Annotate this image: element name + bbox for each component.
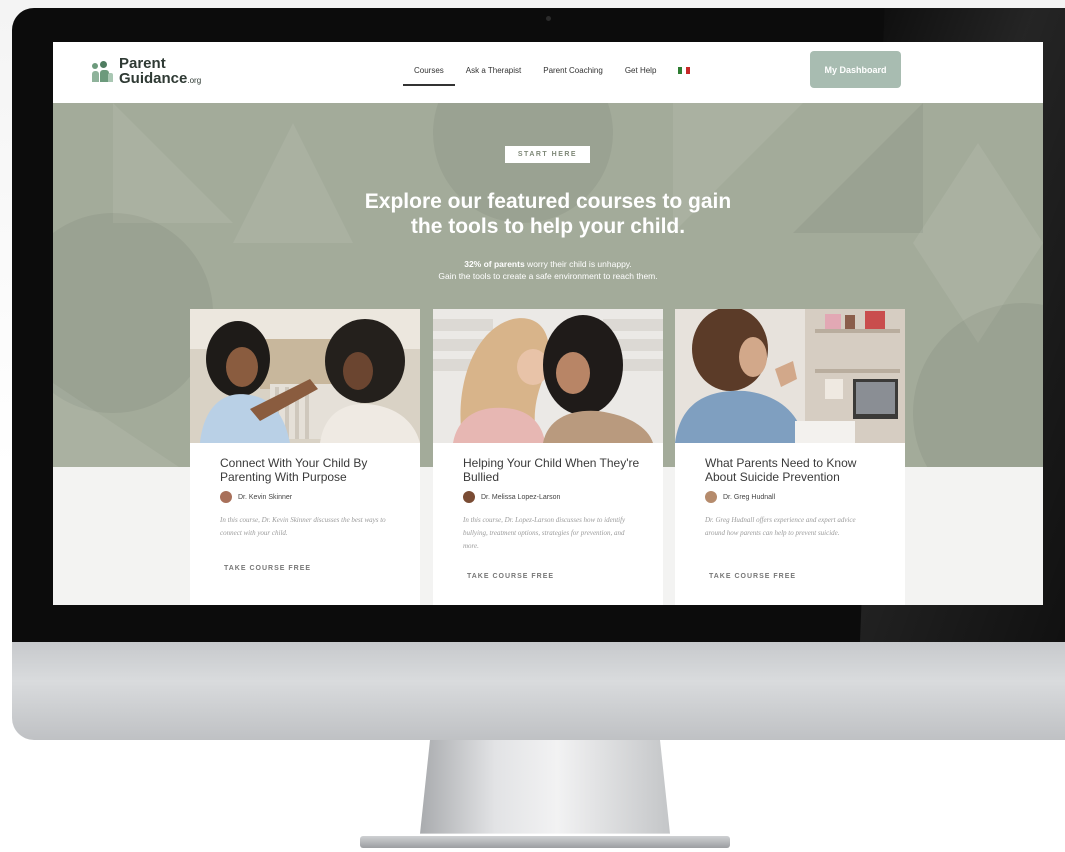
my-dashboard-button[interactable]: My Dashboard xyxy=(810,51,901,88)
hero-pattern xyxy=(913,303,1043,467)
hero-subline: 32% of parents worry their child is unha… xyxy=(298,258,798,282)
logo-wordmark: Parent Guidance.org xyxy=(119,56,201,88)
hero-pattern xyxy=(793,103,923,233)
hero-stat-rest: worry their child is unhappy. xyxy=(524,259,632,269)
language-switch[interactable] xyxy=(667,66,701,86)
course-title[interactable]: Helping Your Child When They're Bullied xyxy=(463,456,643,484)
take-course-button[interactable]: TAKE COURSE FREE xyxy=(709,573,796,580)
hero-headline: Explore our featured courses to gain the… xyxy=(298,189,798,239)
course-description: Dr. Greg Hudnall offers experience and e… xyxy=(705,516,856,537)
hero-subline-2: Gain the tools to create a safe environm… xyxy=(438,271,658,281)
course-author: Dr. Melissa Lopez-Larson xyxy=(463,491,560,503)
hero-headline-line1: Explore our featured courses to gain xyxy=(364,190,732,213)
mexico-flag-icon xyxy=(678,67,691,74)
nav-ask-a-therapist[interactable]: Ask a Therapist xyxy=(455,66,532,86)
author-avatar xyxy=(220,491,232,503)
course-image xyxy=(190,309,420,443)
course-description: In this course, Dr. Lopez-Larson discuss… xyxy=(463,516,626,550)
course-author: Dr. Kevin Skinner xyxy=(220,491,292,503)
course-card[interactable]: What Parents Need to Know About Suicide … xyxy=(675,309,905,605)
take-course-button[interactable]: TAKE COURSE FREE xyxy=(467,573,554,580)
course-author: Dr. Greg Hudnall xyxy=(705,491,775,503)
monitor-chin xyxy=(12,642,1065,740)
course-image xyxy=(675,309,905,443)
site-logo[interactable]: Parent Guidance.org xyxy=(91,56,201,88)
hero-headline-line2: the tools to help your child. xyxy=(410,215,686,238)
author-avatar xyxy=(463,491,475,503)
hero-pattern xyxy=(53,213,213,413)
course-card[interactable]: Connect With Your Child By Parenting Wit… xyxy=(190,309,420,605)
author-name: Dr. Melissa Lopez-Larson xyxy=(481,493,561,501)
main-menu: Courses Ask a Therapist Parent Coaching … xyxy=(403,66,701,86)
course-description: In this course, Dr. Kevin Skinner discus… xyxy=(220,516,386,537)
take-course-button[interactable]: TAKE COURSE FREE xyxy=(224,565,311,572)
course-title[interactable]: Connect With Your Child By Parenting Wit… xyxy=(220,456,400,484)
family-icon xyxy=(91,61,113,83)
nav-parent-coaching[interactable]: Parent Coaching xyxy=(532,66,614,86)
website-screen: Parent Guidance.org Courses Ask a Therap… xyxy=(53,42,1043,605)
logo-line1: Parent xyxy=(119,55,166,72)
hero-pattern xyxy=(113,103,233,223)
author-avatar xyxy=(705,491,717,503)
course-card[interactable]: Helping Your Child When They're Bullied … xyxy=(433,309,663,605)
course-image xyxy=(433,309,663,443)
top-nav: Parent Guidance.org Courses Ask a Therap… xyxy=(53,42,1043,103)
monitor-stand xyxy=(420,740,670,834)
logo-line2: Guidance xyxy=(119,70,188,87)
author-name: Dr. Greg Hudnall xyxy=(723,493,776,501)
course-title[interactable]: What Parents Need to Know About Suicide … xyxy=(705,456,885,484)
hero-stat-bold: 32% of parents xyxy=(464,259,525,269)
nav-courses[interactable]: Courses xyxy=(403,66,455,86)
monitor-stand-base xyxy=(360,836,730,848)
author-name: Dr. Kevin Skinner xyxy=(238,493,293,501)
nav-get-help[interactable]: Get Help xyxy=(614,66,668,86)
start-here-badge: START HERE xyxy=(505,146,590,163)
camera-icon xyxy=(546,16,551,21)
logo-suffix: .org xyxy=(187,76,202,85)
